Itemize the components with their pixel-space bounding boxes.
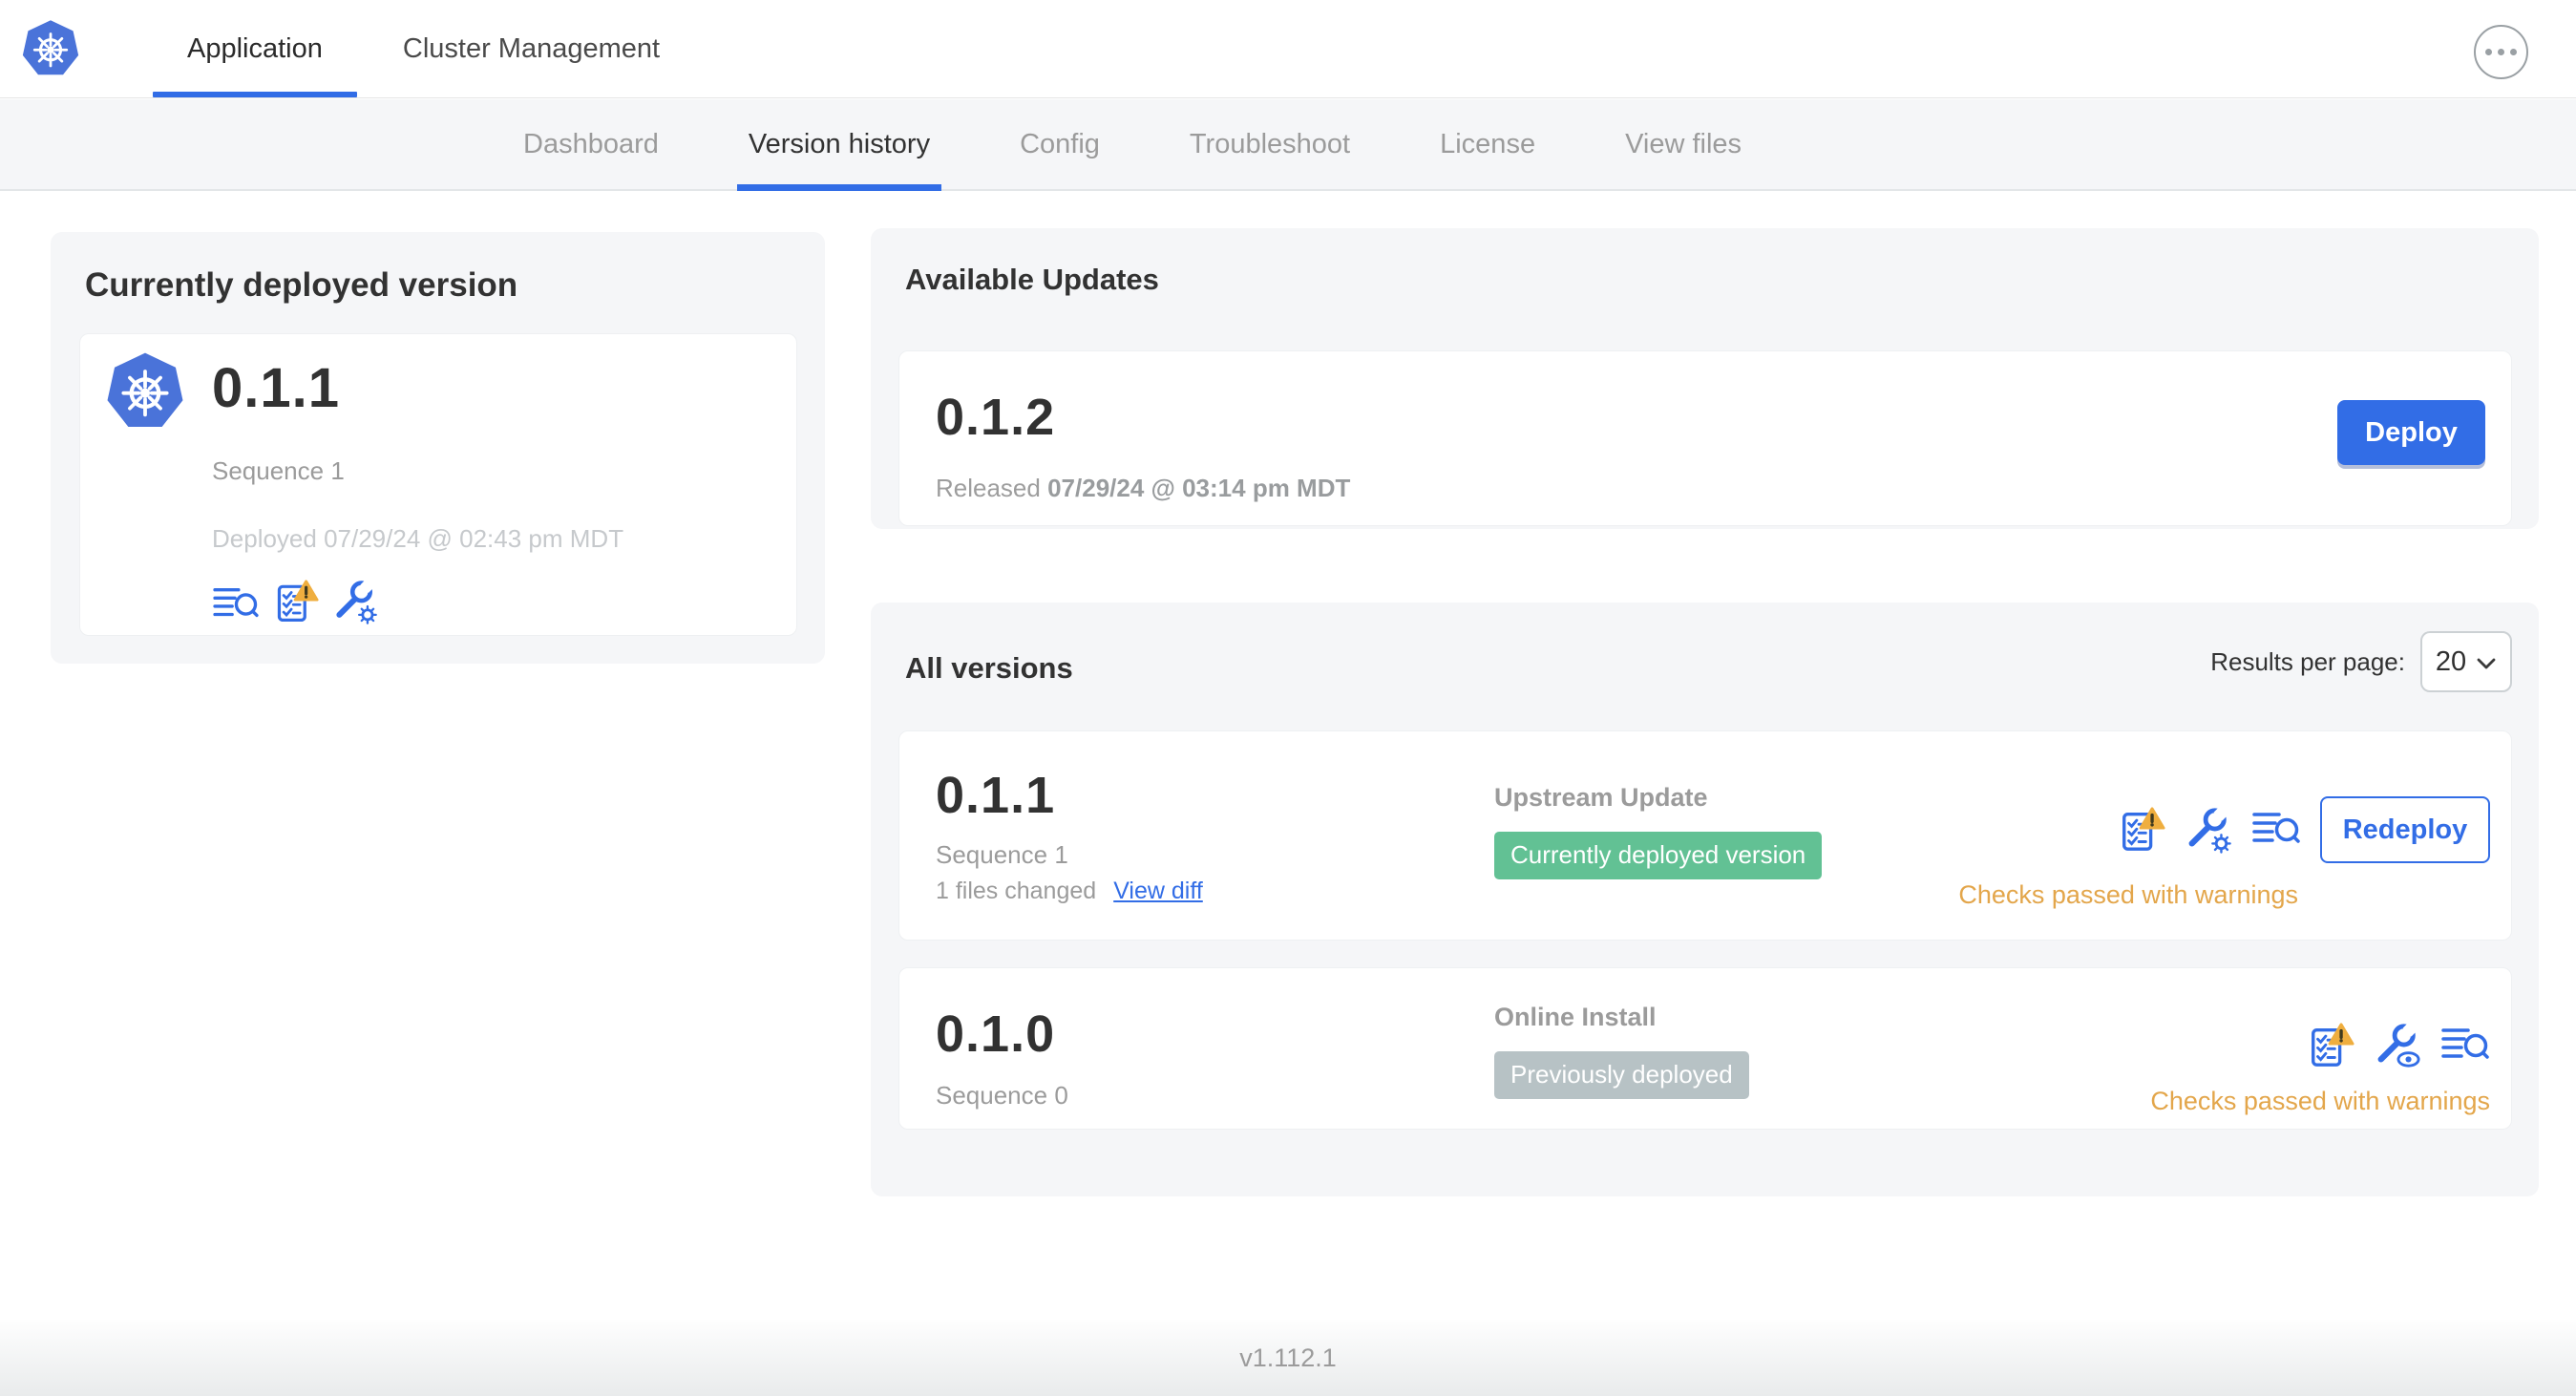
view-config-wrench-eye-icon[interactable] xyxy=(2374,1022,2421,1069)
row-version-number: 0.1.1 xyxy=(936,767,1056,824)
app-level-tabs: Application Cluster Management xyxy=(147,0,700,97)
config-wrench-gear-icon[interactable] xyxy=(332,579,378,624)
results-per-page-label: Results per page: xyxy=(2210,646,2405,676)
available-updates-title: Available Updates xyxy=(905,263,1159,296)
deploy-logs-icon[interactable] xyxy=(2440,1025,2490,1067)
kubernetes-logo-icon xyxy=(21,19,80,78)
previously-deployed-badge: Previously deployed xyxy=(1494,1051,1749,1099)
row-files-changed: 1 files changed View diff xyxy=(936,878,1203,904)
chevron-down-icon xyxy=(2476,646,2497,678)
current-version-sequence: Sequence 1 xyxy=(212,456,345,485)
current-version-deployed-timestamp: Deployed 07/29/24 @ 02:43 pm MDT xyxy=(212,524,624,553)
subnav-dashboard[interactable]: Dashboard xyxy=(523,99,659,189)
row-sequence: Sequence 0 xyxy=(936,1081,1068,1110)
console-version: v1.112.1 xyxy=(1239,1343,1337,1372)
config-wrench-gear-icon[interactable] xyxy=(2185,806,2232,854)
checks-status-link[interactable]: Checks passed with warnings xyxy=(2150,1087,2490,1116)
update-released-timestamp: Released 07/29/24 @ 03:14 pm MDT xyxy=(936,474,1351,502)
version-row-0-1-1: 0.1.1 Sequence 1 1 files changed View dif… xyxy=(898,730,2512,941)
deploy-logs-icon[interactable] xyxy=(2251,809,2301,851)
deploy-button[interactable]: Deploy xyxy=(2337,400,2485,465)
redeploy-button[interactable]: Redeploy xyxy=(2320,796,2490,863)
all-versions-title: All versions xyxy=(905,651,1073,685)
subnav-troubleshoot[interactable]: Troubleshoot xyxy=(1190,99,1350,189)
console-footer: v1.112.1 xyxy=(0,1320,2576,1396)
results-per-page-select[interactable]: 20 xyxy=(2420,631,2512,692)
view-diff-link[interactable]: View diff xyxy=(1113,878,1203,904)
preflight-checks-warning-icon[interactable] xyxy=(273,579,319,624)
all-versions-card: All versions Results per page: 20 0.1.1 … xyxy=(871,603,2539,1196)
update-version-number: 0.1.2 xyxy=(936,389,1056,446)
preflight-checks-warning-icon[interactable] xyxy=(2118,806,2165,854)
currently-deployed-card: Currently deployed version 0.1.1 Sequenc… xyxy=(51,232,825,664)
currently-deployed-badge: Currently deployed version xyxy=(1494,832,1823,879)
subnav-license[interactable]: License xyxy=(1440,99,1535,189)
top-bar: Application Cluster Management xyxy=(0,0,2576,98)
row-sequence: Sequence 1 xyxy=(936,840,1068,869)
results-per-page: Results per page: 20 xyxy=(2210,631,2512,692)
tab-application[interactable]: Application xyxy=(147,0,363,97)
app-kubernetes-logo-icon xyxy=(105,351,185,432)
available-updates-card: Available Updates 0.1.2 Released 07/29/2… xyxy=(871,228,2539,529)
row-source-label: Upstream Update xyxy=(1494,783,1708,812)
deploy-logs-icon[interactable] xyxy=(212,584,260,624)
checks-status-link[interactable]: Checks passed with warnings xyxy=(1958,880,2298,910)
current-version-number: 0.1.1 xyxy=(212,356,340,419)
subnav-config[interactable]: Config xyxy=(1020,99,1100,189)
ellipsis-icon xyxy=(2485,49,2492,55)
overflow-menu-button[interactable] xyxy=(2474,25,2528,79)
subnav-view-files[interactable]: View files xyxy=(1625,99,1742,189)
admin-console-page: Application Cluster Management Dashboard… xyxy=(0,0,2576,1396)
row-version-number: 0.1.0 xyxy=(936,1005,1056,1063)
preflight-checks-warning-icon[interactable] xyxy=(2307,1022,2354,1069)
currently-deployed-version-panel: 0.1.1 Sequence 1 Deployed 07/29/24 @ 02:… xyxy=(79,333,797,636)
row-source-label: Online Install xyxy=(1494,1003,1657,1031)
app-subnav: Dashboard Version history Config Trouble… xyxy=(0,99,2576,191)
currently-deployed-title: Currently deployed version xyxy=(85,266,518,304)
results-per-page-value: 20 xyxy=(2435,645,2467,677)
subnav-version-history[interactable]: Version history xyxy=(736,99,942,191)
version-row-0-1-0: 0.1.0 Sequence 0 Online Install Previous… xyxy=(898,967,2512,1130)
tab-cluster-management[interactable]: Cluster Management xyxy=(363,0,700,97)
tab-application-label: Application xyxy=(187,32,323,64)
update-row: 0.1.2 Released 07/29/24 @ 03:14 pm MDT D… xyxy=(898,350,2512,526)
tab-cluster-management-label: Cluster Management xyxy=(402,32,661,64)
